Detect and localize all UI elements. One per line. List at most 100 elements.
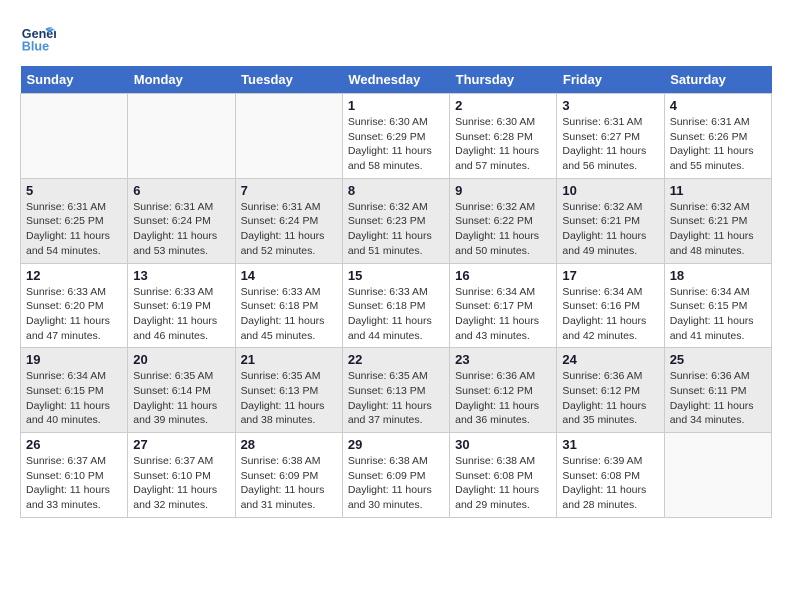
day-number: 6 [133, 183, 229, 198]
week-row-3: 12 Sunrise: 6:33 AM Sunset: 6:20 PM Dayli… [21, 263, 772, 348]
day-number: 27 [133, 437, 229, 452]
day-number: 18 [670, 268, 766, 283]
day-number: 3 [562, 98, 658, 113]
day-info: Sunrise: 6:33 AM Sunset: 6:19 PM Dayligh… [133, 285, 229, 344]
day-number: 30 [455, 437, 551, 452]
day-cell [235, 94, 342, 179]
day-info: Sunrise: 6:35 AM Sunset: 6:13 PM Dayligh… [241, 369, 337, 428]
day-info: Sunrise: 6:32 AM Sunset: 6:23 PM Dayligh… [348, 200, 444, 259]
day-number: 20 [133, 352, 229, 367]
weekday-header-saturday: Saturday [664, 66, 771, 94]
week-row-4: 19Sunrise: 6:34 AM Sunset: 6:15 PM Dayli… [21, 348, 772, 433]
day-cell: 6 Sunrise: 6:31 AM Sunset: 6:24 PM Daylig… [128, 178, 235, 263]
day-info: Sunrise: 6:32 AM Sunset: 6:21 PM Dayligh… [670, 200, 766, 259]
weekday-header-sunday: Sunday [21, 66, 128, 94]
day-info: Sunrise: 6:34 AM Sunset: 6:17 PM Dayligh… [455, 285, 551, 344]
day-number: 2 [455, 98, 551, 113]
day-number: 23 [455, 352, 551, 367]
day-cell: 9 Sunrise: 6:32 AM Sunset: 6:22 PM Daylig… [450, 178, 557, 263]
day-number: 8 [348, 183, 444, 198]
day-number: 10 [562, 183, 658, 198]
day-info: Sunrise: 6:38 AM Sunset: 6:09 PM Dayligh… [348, 454, 444, 513]
day-info: Sunrise: 6:31 AM Sunset: 6:24 PM Dayligh… [241, 200, 337, 259]
day-cell [21, 94, 128, 179]
day-info: Sunrise: 6:36 AM Sunset: 6:12 PM Dayligh… [562, 369, 658, 428]
day-info: Sunrise: 6:33 AM Sunset: 6:18 PM Dayligh… [348, 285, 444, 344]
day-number: 9 [455, 183, 551, 198]
day-info: Sunrise: 6:34 AM Sunset: 6:15 PM Dayligh… [670, 285, 766, 344]
day-number: 28 [241, 437, 337, 452]
day-info: Sunrise: 6:36 AM Sunset: 6:11 PM Dayligh… [670, 369, 766, 428]
day-cell: 31 Sunrise: 6:39 AM Sunset: 6:08 PM Dayli… [557, 433, 664, 518]
day-cell: 26Sunrise: 6:37 AM Sunset: 6:10 PM Dayli… [21, 433, 128, 518]
day-cell: 14 Sunrise: 6:33 AM Sunset: 6:18 PM Dayli… [235, 263, 342, 348]
day-cell: 23 Sunrise: 6:36 AM Sunset: 6:12 PM Dayli… [450, 348, 557, 433]
logo-icon: General Blue [20, 20, 56, 56]
weekday-header-row: SundayMondayTuesdayWednesdayThursdayFrid… [21, 66, 772, 94]
day-info: Sunrise: 6:30 AM Sunset: 6:28 PM Dayligh… [455, 115, 551, 174]
day-cell [128, 94, 235, 179]
weekday-header-wednesday: Wednesday [342, 66, 449, 94]
day-number: 24 [562, 352, 658, 367]
day-cell: 7 Sunrise: 6:31 AM Sunset: 6:24 PM Daylig… [235, 178, 342, 263]
day-cell: 30 Sunrise: 6:38 AM Sunset: 6:08 PM Dayli… [450, 433, 557, 518]
day-number: 13 [133, 268, 229, 283]
day-info: Sunrise: 6:33 AM Sunset: 6:18 PM Dayligh… [241, 285, 337, 344]
day-number: 4 [670, 98, 766, 113]
day-info: Sunrise: 6:39 AM Sunset: 6:08 PM Dayligh… [562, 454, 658, 513]
weekday-header-tuesday: Tuesday [235, 66, 342, 94]
day-info: Sunrise: 6:35 AM Sunset: 6:14 PM Dayligh… [133, 369, 229, 428]
day-cell: 1 Sunrise: 6:30 AM Sunset: 6:29 PM Daylig… [342, 94, 449, 179]
day-info: Sunrise: 6:34 AM Sunset: 6:16 PM Dayligh… [562, 285, 658, 344]
day-number: 11 [670, 183, 766, 198]
day-cell: 5 Sunrise: 6:31 AM Sunset: 6:25 PM Daylig… [21, 178, 128, 263]
day-info: Sunrise: 6:38 AM Sunset: 6:09 PM Dayligh… [241, 454, 337, 513]
logo: General Blue [20, 20, 64, 56]
day-number: 7 [241, 183, 337, 198]
day-number: 12 [26, 268, 122, 283]
page-header: General Blue [20, 20, 772, 56]
day-cell: 19Sunrise: 6:34 AM Sunset: 6:15 PM Dayli… [21, 348, 128, 433]
day-cell: 17Sunrise: 6:34 AM Sunset: 6:16 PM Dayli… [557, 263, 664, 348]
day-number: 15 [348, 268, 444, 283]
day-info: Sunrise: 6:33 AM Sunset: 6:20 PM Dayligh… [26, 285, 122, 344]
day-cell [664, 433, 771, 518]
weekday-header-friday: Friday [557, 66, 664, 94]
day-cell: 20 Sunrise: 6:35 AM Sunset: 6:14 PM Dayli… [128, 348, 235, 433]
day-info: Sunrise: 6:31 AM Sunset: 6:27 PM Dayligh… [562, 115, 658, 174]
day-info: Sunrise: 6:31 AM Sunset: 6:24 PM Dayligh… [133, 200, 229, 259]
day-info: Sunrise: 6:38 AM Sunset: 6:08 PM Dayligh… [455, 454, 551, 513]
day-cell: 2 Sunrise: 6:30 AM Sunset: 6:28 PM Daylig… [450, 94, 557, 179]
day-info: Sunrise: 6:36 AM Sunset: 6:12 PM Dayligh… [455, 369, 551, 428]
day-cell: 18 Sunrise: 6:34 AM Sunset: 6:15 PM Dayli… [664, 263, 771, 348]
day-info: Sunrise: 6:31 AM Sunset: 6:25 PM Dayligh… [26, 200, 122, 259]
day-number: 26 [26, 437, 122, 452]
day-cell: 16 Sunrise: 6:34 AM Sunset: 6:17 PM Dayli… [450, 263, 557, 348]
day-info: Sunrise: 6:35 AM Sunset: 6:13 PM Dayligh… [348, 369, 444, 428]
day-number: 31 [562, 437, 658, 452]
day-number: 29 [348, 437, 444, 452]
svg-text:Blue: Blue [22, 40, 49, 54]
day-cell: 12 Sunrise: 6:33 AM Sunset: 6:20 PM Dayli… [21, 263, 128, 348]
week-row-2: 5 Sunrise: 6:31 AM Sunset: 6:25 PM Daylig… [21, 178, 772, 263]
day-number: 5 [26, 183, 122, 198]
day-cell: 22 Sunrise: 6:35 AM Sunset: 6:13 PM Dayli… [342, 348, 449, 433]
day-info: Sunrise: 6:37 AM Sunset: 6:10 PM Dayligh… [133, 454, 229, 513]
day-cell: 27 Sunrise: 6:37 AM Sunset: 6:10 PM Dayli… [128, 433, 235, 518]
day-number: 16 [455, 268, 551, 283]
day-cell: 10Sunrise: 6:32 AM Sunset: 6:21 PM Dayli… [557, 178, 664, 263]
day-cell: 3 Sunrise: 6:31 AM Sunset: 6:27 PM Daylig… [557, 94, 664, 179]
day-number: 1 [348, 98, 444, 113]
weekday-header-thursday: Thursday [450, 66, 557, 94]
day-info: Sunrise: 6:32 AM Sunset: 6:22 PM Dayligh… [455, 200, 551, 259]
day-number: 25 [670, 352, 766, 367]
day-info: Sunrise: 6:30 AM Sunset: 6:29 PM Dayligh… [348, 115, 444, 174]
day-number: 14 [241, 268, 337, 283]
day-cell: 11 Sunrise: 6:32 AM Sunset: 6:21 PM Dayli… [664, 178, 771, 263]
day-cell: 29 Sunrise: 6:38 AM Sunset: 6:09 PM Dayli… [342, 433, 449, 518]
day-cell: 24 Sunrise: 6:36 AM Sunset: 6:12 PM Dayli… [557, 348, 664, 433]
day-cell: 25 Sunrise: 6:36 AM Sunset: 6:11 PM Dayli… [664, 348, 771, 433]
week-row-5: 26 Sunrise: 6:37 AM Sunset: 6:10 PM Dayli… [21, 433, 772, 518]
day-number: 22 [348, 352, 444, 367]
calendar-table: SundayMondayTuesdayWednesdayThursdayFrid… [20, 66, 772, 518]
